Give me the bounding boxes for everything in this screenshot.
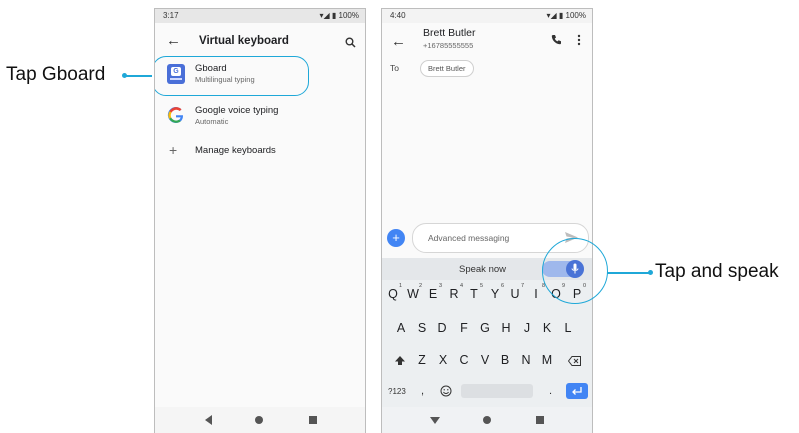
google-g-icon (167, 107, 184, 124)
item-sub-voice: Automatic (195, 117, 229, 126)
key-row-3: Z X C V B N M (382, 353, 592, 371)
battery-icon: ▮ (558, 11, 564, 20)
search-icon[interactable] (345, 37, 356, 48)
status-time: 3:17 (163, 11, 179, 20)
key-b[interactable]: B (495, 353, 515, 367)
callout-line-right (607, 272, 649, 274)
recipient-chip[interactable]: Brett Butler (420, 60, 474, 77)
backspace-icon[interactable] (568, 356, 581, 366)
key-y[interactable]: Y6 (485, 283, 505, 301)
status-time: 4:40 (390, 11, 406, 20)
item-title-manage: Manage keyboards (195, 145, 276, 156)
status-bar: 4:40 ▾◢ ▮ 100% (382, 9, 592, 23)
key-g[interactable]: G (475, 321, 495, 335)
enter-icon (572, 387, 582, 395)
callout-line-left (125, 75, 152, 77)
key-l[interactable]: L (558, 321, 578, 335)
callout-tap-gboard: Tap Gboard (6, 64, 106, 85)
key-t[interactable]: T5 (464, 283, 484, 301)
contact-number: +16785555555 (423, 41, 474, 50)
key-symbols[interactable]: ?123 (388, 387, 406, 396)
battery-percent: 100% (338, 11, 359, 20)
nav-home-icon[interactable] (483, 416, 491, 424)
battery-percent: 100% (565, 11, 586, 20)
status-bar: 3:17 ▾◢ ▮ 100% (155, 9, 365, 23)
key-m[interactable]: M (537, 353, 557, 367)
key-r[interactable]: R4 (444, 283, 464, 301)
key-period[interactable]: . (549, 385, 552, 397)
key-j[interactable]: J (517, 321, 537, 335)
gboard-highlight-ring (155, 56, 309, 96)
list-item-manage-keyboards[interactable]: + Manage keyboards (155, 140, 365, 162)
compose-placeholder: Advanced messaging (428, 233, 510, 243)
wifi-signal-icon: ▾◢ (546, 11, 557, 20)
key-v[interactable]: V (475, 353, 495, 367)
key-s[interactable]: S (412, 321, 432, 335)
key-q[interactable]: Q1 (383, 283, 403, 301)
key-u[interactable]: U7 (505, 283, 525, 301)
back-arrow-icon[interactable]: ← (166, 32, 181, 49)
key-n[interactable]: N (516, 353, 536, 367)
phone-virtual-keyboard: 3:17 ▾◢ ▮ 100% ← Virtual keyboard G Gboa… (154, 8, 366, 433)
space-bar[interactable] (461, 384, 533, 398)
key-k[interactable]: K (537, 321, 557, 335)
status-icons: ▾◢ ▮ 100% (546, 11, 586, 20)
key-x[interactable]: X (433, 353, 453, 367)
contact-name: Brett Butler (423, 27, 476, 39)
navigation-bar (382, 407, 592, 433)
nav-home-icon[interactable] (255, 416, 263, 424)
key-c[interactable]: C (454, 353, 474, 367)
phone-call-icon[interactable] (551, 34, 562, 45)
key-z[interactable]: Z (412, 353, 432, 367)
key-e[interactable]: E3 (423, 283, 443, 301)
key-f[interactable]: F (454, 321, 474, 335)
item-title-voice: Google voice typing (195, 105, 279, 116)
phone-messaging: 4:40 ▾◢ ▮ 100% ← Brett Butler +167855555… (381, 8, 593, 433)
key-i[interactable]: I8 (526, 283, 546, 301)
back-arrow-icon[interactable]: ← (391, 33, 406, 50)
plus-icon: + (169, 142, 178, 158)
navigation-bar (155, 407, 365, 433)
wifi-signal-icon: ▾◢ (319, 11, 330, 20)
status-icons: ▾◢ ▮ 100% (319, 11, 359, 20)
key-comma[interactable]: , (421, 385, 424, 397)
key-d[interactable]: D (432, 321, 452, 335)
emoji-icon[interactable] (440, 385, 452, 397)
nav-recents-icon[interactable] (309, 416, 317, 424)
key-h[interactable]: H (496, 321, 516, 335)
nav-back-icon[interactable] (205, 415, 212, 425)
nav-recents-icon[interactable] (536, 416, 544, 424)
microphone-highlight-ring (542, 238, 608, 304)
conversation-header: ← Brett Butler +16785555555 (382, 23, 592, 63)
battery-icon: ▮ (331, 11, 337, 20)
to-label: To (390, 63, 399, 73)
key-row-4: ?123 , . (382, 382, 592, 402)
nav-hide-keyboard-icon[interactable] (430, 417, 440, 424)
speak-now-label: Speak now (459, 264, 507, 275)
page-title: Virtual keyboard (199, 35, 289, 47)
key-a[interactable]: A (391, 321, 411, 335)
add-attachment-button[interactable]: + (387, 229, 405, 247)
more-options-icon[interactable] (577, 34, 581, 46)
callout-tap-and-speak: Tap and speak (655, 261, 779, 282)
key-w[interactable]: W2 (403, 283, 423, 301)
shift-icon[interactable] (395, 356, 405, 366)
key-row-2: A S D F G H J K L (382, 321, 592, 339)
recipient-row: To Brett Butler (382, 58, 592, 78)
list-item-google-voice-typing[interactable]: Google voice typing Automatic (155, 100, 365, 134)
enter-button[interactable] (566, 383, 588, 399)
